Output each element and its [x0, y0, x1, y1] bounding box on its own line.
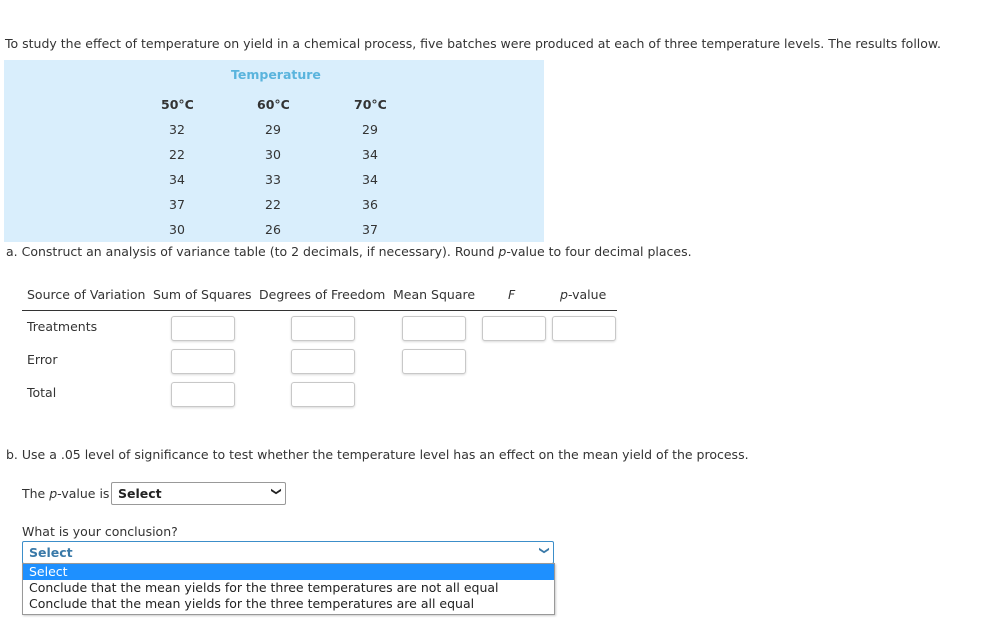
p-value-select[interactable]: Select ❯ [111, 482, 286, 505]
conclusion-select[interactable]: Select ❯ [22, 541, 554, 564]
conclusion-option-not-all-equal[interactable]: Conclude that the mean yields for the th… [23, 580, 554, 596]
data-cell: 37 [169, 197, 185, 212]
data-cell: 32 [169, 122, 185, 137]
part-b-instructions: b. Use a .05 level of significance to te… [6, 447, 749, 462]
treatments-f-input[interactable] [482, 316, 546, 341]
conclusion-select-value: Select [29, 545, 73, 560]
row-label-error: Error [27, 352, 58, 367]
data-cell: 30 [265, 147, 281, 162]
total-df-input[interactable] [291, 382, 355, 407]
data-cell: 22 [265, 197, 281, 212]
conclusion-dropdown-list: Select Conclude that the mean yields for… [22, 563, 555, 615]
data-cell: 29 [265, 122, 281, 137]
data-cell: 29 [362, 122, 378, 137]
data-cell: 33 [265, 172, 281, 187]
chevron-down-icon: ❯ [270, 487, 282, 496]
data-cell: 34 [362, 172, 378, 187]
header-sum-of-squares: Sum of Squares [153, 287, 252, 302]
data-cell: 26 [265, 222, 281, 237]
header-mean-square: Mean Square [393, 287, 476, 302]
header-divider [22, 310, 617, 311]
data-cell: 37 [362, 222, 378, 237]
header-degrees-of-freedom: Degrees of Freedom [259, 287, 386, 302]
total-ss-input[interactable] [171, 382, 235, 407]
data-cell: 34 [362, 147, 378, 162]
part-a-instructions: a. Construct an analysis of variance tab… [6, 244, 692, 259]
error-ms-input[interactable] [402, 349, 466, 374]
column-header-50c: 50°C [161, 97, 194, 112]
row-label-total: Total [27, 385, 57, 400]
problem-intro: To study the effect of temperature on yi… [5, 36, 941, 51]
data-cell: 36 [362, 197, 378, 212]
header-source: Source of Variation [27, 287, 146, 302]
temperature-header: Temperature [231, 67, 321, 82]
treatments-p-value-input[interactable] [552, 316, 616, 341]
column-header-70c: 70°C [354, 97, 387, 112]
treatments-ms-input[interactable] [402, 316, 466, 341]
column-header-60c: 60°C [257, 97, 290, 112]
error-df-input[interactable] [291, 349, 355, 374]
header-f: F [508, 287, 516, 302]
chevron-down-icon: ❯ [538, 546, 550, 555]
error-ss-input[interactable] [171, 349, 235, 374]
treatments-df-input[interactable] [291, 316, 355, 341]
row-label-treatments: Treatments [27, 319, 98, 334]
conclusion-label: What is your conclusion? [22, 524, 178, 539]
header-p-value: p-value [560, 287, 607, 302]
p-value-label: The p-value is [22, 486, 110, 501]
data-cell: 34 [169, 172, 185, 187]
conclusion-option-select[interactable]: Select [23, 564, 554, 580]
treatments-ss-input[interactable] [171, 316, 235, 341]
conclusion-option-all-equal[interactable]: Conclude that the mean yields for the th… [23, 596, 554, 612]
p-value-select-value: Select [118, 486, 162, 501]
data-cell: 30 [169, 222, 185, 237]
data-cell: 22 [169, 147, 185, 162]
